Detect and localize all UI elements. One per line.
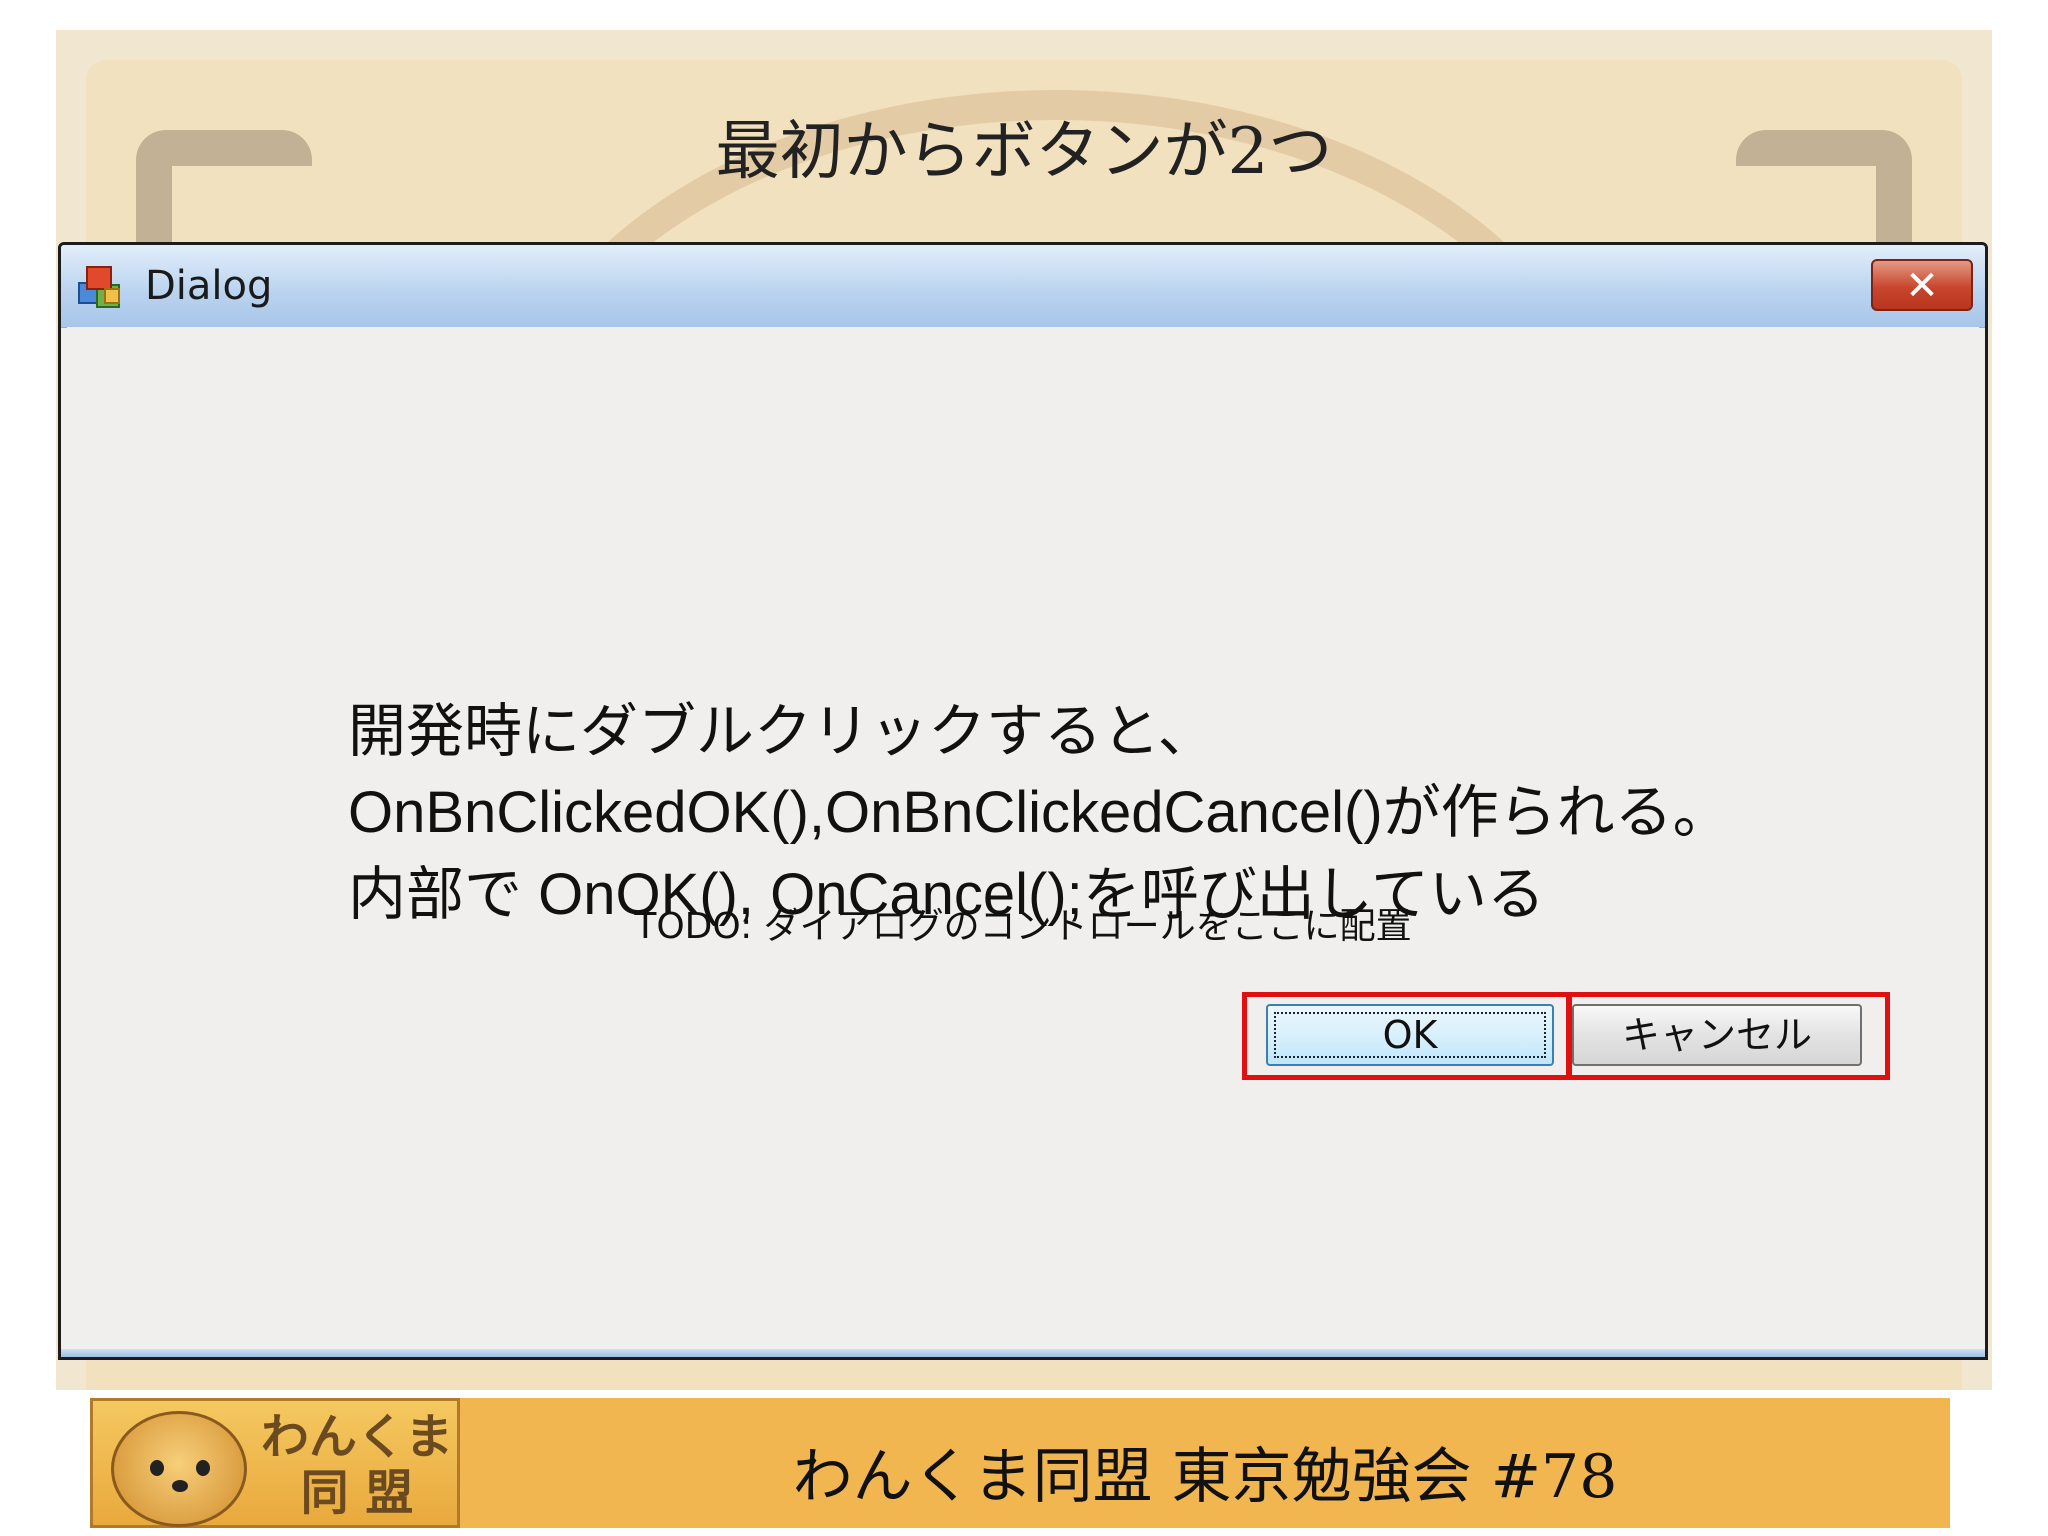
logo-text-line-1: わんくま xyxy=(260,1409,453,1465)
logo-text: わんくま 同 盟 xyxy=(257,1409,457,1521)
bear-face-icon xyxy=(111,1411,247,1527)
slide-title: 最初からボタンが2つ xyxy=(715,115,1333,189)
annotation-line-2: OnBnClickedOK(),OnBnClickedCancel()が作られる… xyxy=(348,780,1731,845)
app-icon xyxy=(78,266,120,308)
bear-nose xyxy=(172,1480,188,1492)
dialog-title: Dialog xyxy=(145,263,273,309)
dialog-frame-bottom xyxy=(61,1349,1985,1357)
annotation-text: 開発時にダブルクリックすると、 OnBnClickedOK(),OnBnClic… xyxy=(348,690,1928,936)
bear-eye-right xyxy=(196,1460,210,1476)
footer-banner: わんくま 同 盟 わんくま同盟 東京勉強会 #78 xyxy=(90,1398,1950,1528)
footer-title: わんくま同盟 東京勉強会 #78 xyxy=(792,1442,1618,1512)
annotation-line-3: 内部で OnOK(), OnCancel();を呼び出している xyxy=(348,862,1546,927)
ok-highlight-box xyxy=(1242,992,1572,1080)
wankuma-logo: わんくま 同 盟 xyxy=(90,1398,460,1528)
logo-text-line-2: 同 盟 xyxy=(300,1465,414,1521)
dialog-titlebar[interactable]: Dialog ✕ xyxy=(61,245,1985,328)
cancel-highlight-box xyxy=(1566,992,1890,1080)
annotation-line-1: 開発時にダブルクリックすると、 xyxy=(348,697,1216,765)
close-button[interactable]: ✕ xyxy=(1871,259,1973,311)
close-icon: ✕ xyxy=(1905,263,1939,309)
bear-eye-left xyxy=(150,1460,164,1476)
